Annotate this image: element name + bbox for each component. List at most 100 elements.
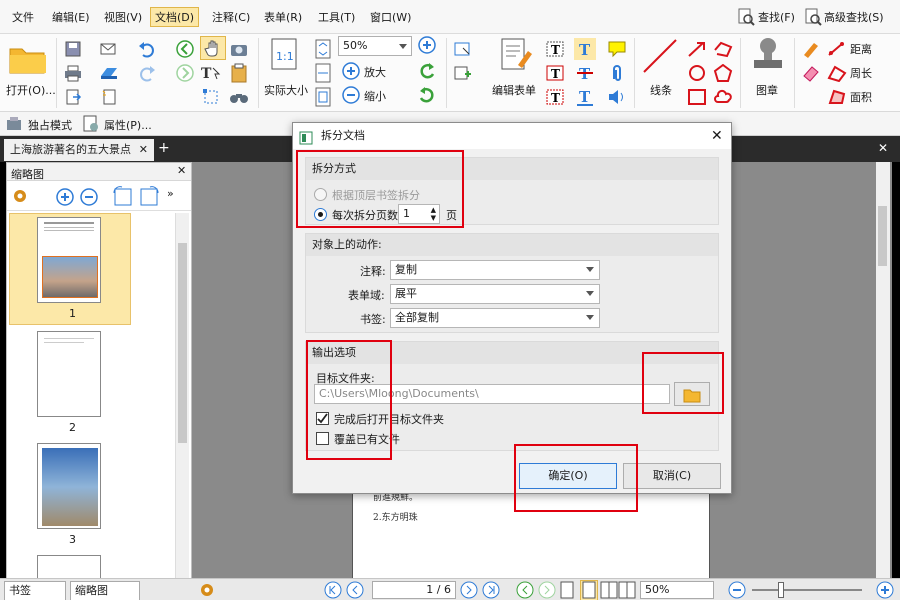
rotate-cw-icon[interactable] [416, 60, 438, 82]
zoom-in-thumb-icon[interactable] [55, 187, 75, 210]
text-field-icon[interactable]: T [544, 62, 566, 84]
first-page-icon[interactable] [324, 581, 342, 600]
last-page-icon[interactable] [482, 581, 500, 600]
zoom-out-button[interactable]: 缩小 [364, 88, 386, 104]
close-panel-icon[interactable]: ✕ [177, 164, 186, 177]
underline-icon[interactable]: T [574, 86, 596, 108]
actual-size-button[interactable]: 实际大小 [264, 82, 308, 98]
menu-edit[interactable]: 编辑(E) [48, 8, 94, 28]
distance-button[interactable]: 距离 [850, 41, 872, 57]
document-scrollbar[interactable] [876, 162, 890, 582]
zoom-in-icon[interactable] [416, 34, 438, 56]
zoom-status-combo[interactable]: 50% [640, 581, 714, 599]
forward-icon[interactable] [174, 62, 196, 84]
close-icon[interactable]: ✕ [139, 139, 148, 161]
chevron-down-icon[interactable]: » [167, 187, 174, 200]
zoom-out-thumb-icon[interactable] [79, 187, 99, 210]
facing-continuous-icon[interactable] [618, 581, 636, 600]
single-page-icon[interactable] [560, 581, 574, 600]
sticky-note-icon[interactable] [606, 38, 628, 60]
page-number-input[interactable]: 1 / 6 [372, 581, 456, 599]
text-box-icon[interactable]: T [544, 38, 566, 60]
fit-page-icon[interactable] [312, 38, 334, 60]
folder-icon[interactable] [8, 40, 48, 76]
zoom-combo[interactable]: 50% [338, 36, 412, 56]
exclusive-mode-button[interactable]: 独占模式 [28, 117, 72, 133]
form-select-icon[interactable] [452, 38, 474, 60]
print-icon[interactable] [62, 62, 84, 84]
tab-thumbnails[interactable]: 缩略图 [70, 581, 140, 600]
arrow-icon[interactable] [686, 38, 708, 60]
eraser-icon[interactable] [800, 62, 822, 84]
prev-page-icon[interactable] [346, 581, 364, 600]
thumbnail-scrollbar[interactable] [175, 213, 189, 581]
select-text-icon[interactable]: T [200, 62, 222, 84]
area-button[interactable]: 面积 [850, 89, 872, 105]
bookmarks-select[interactable]: 全部复制 [390, 308, 600, 328]
crop-icon[interactable] [200, 86, 222, 108]
email-icon[interactable] [98, 38, 120, 60]
cloud-icon[interactable] [712, 86, 734, 108]
scan-icon[interactable] [98, 62, 120, 84]
save-icon[interactable] [62, 38, 84, 60]
form-fields-select[interactable]: 展平 [390, 284, 600, 304]
zoom-in-status-icon[interactable] [876, 581, 894, 600]
strikeout-icon[interactable]: T [574, 62, 596, 84]
rotate-left-thumb-icon[interactable] [111, 185, 133, 210]
close-icon[interactable]: ✕ [711, 123, 723, 149]
export-icon[interactable] [62, 86, 84, 108]
gear-icon[interactable] [198, 581, 216, 600]
edit-form-icon[interactable] [496, 36, 536, 76]
stamp-icon[interactable] [750, 36, 786, 74]
back-view-icon[interactable] [516, 581, 534, 600]
close-document-icon[interactable]: ✕ [878, 141, 888, 155]
properties-button[interactable]: 属性(P)... [104, 117, 152, 133]
menu-document[interactable]: 文档(D) [150, 7, 200, 27]
annotations-select[interactable]: 复制 [390, 260, 600, 280]
typewriter-icon[interactable]: T [574, 38, 596, 60]
zoom-out-status-icon[interactable] [728, 581, 746, 600]
open-button[interactable]: 打开(O)... [6, 82, 56, 98]
thumbnail-page-2[interactable] [37, 331, 101, 417]
zoom-out-icon[interactable] [340, 84, 362, 106]
menu-tools[interactable]: 工具(T) [314, 8, 359, 28]
rotate-right-thumb-icon[interactable] [139, 185, 161, 210]
facing-page-icon[interactable] [600, 581, 618, 600]
zoom-slider[interactable] [752, 582, 862, 598]
callout-icon[interactable]: T [544, 86, 566, 108]
polygon-icon[interactable] [712, 62, 734, 84]
tab-bookmarks[interactable]: 书签 [4, 581, 66, 600]
line-button[interactable]: 线条 [650, 82, 672, 98]
menu-view[interactable]: 视图(V) [100, 8, 146, 28]
hand-tool-icon[interactable] [200, 36, 226, 60]
advanced-find-button[interactable]: 高级查找(S) [824, 8, 884, 28]
attachment-icon[interactable] [606, 62, 628, 84]
menu-window[interactable]: 窗口(W) [366, 8, 415, 28]
undo-icon[interactable] [136, 38, 158, 60]
perimeter-button[interactable]: 周长 [850, 65, 872, 81]
fit-width-icon[interactable] [312, 62, 334, 84]
find-button[interactable]: 查找(F) [758, 8, 795, 28]
new-tab-icon[interactable]: + [158, 140, 170, 156]
zoom-in-button[interactable]: 放大 [364, 64, 386, 80]
thumbnail-page-3[interactable] [37, 443, 101, 529]
document-tab[interactable]: 上海旅游著名的五大景点 ✕ [4, 139, 154, 161]
polyline-icon[interactable] [712, 38, 734, 60]
stamp-button[interactable]: 图章 [756, 82, 778, 98]
snapshot-icon[interactable] [228, 38, 250, 60]
new-document-icon[interactable] [98, 86, 120, 108]
gear-icon[interactable] [11, 187, 31, 208]
back-icon[interactable] [174, 38, 196, 60]
forward-view-icon[interactable] [538, 581, 556, 600]
clipboard-icon[interactable] [228, 62, 250, 84]
highlighter-icon[interactable] [800, 38, 822, 60]
rectangle-icon[interactable] [686, 86, 708, 108]
line-icon[interactable] [640, 36, 680, 76]
ellipse-icon[interactable] [686, 62, 708, 84]
next-page-icon[interactable] [460, 581, 478, 600]
fit-visible-icon[interactable] [312, 86, 334, 108]
rotate-ccw-icon[interactable] [416, 84, 438, 106]
binoculars-icon[interactable] [228, 86, 250, 108]
menu-form[interactable]: 表单(R) [260, 8, 306, 28]
actual-size-icon[interactable]: 1:1 [270, 38, 298, 72]
